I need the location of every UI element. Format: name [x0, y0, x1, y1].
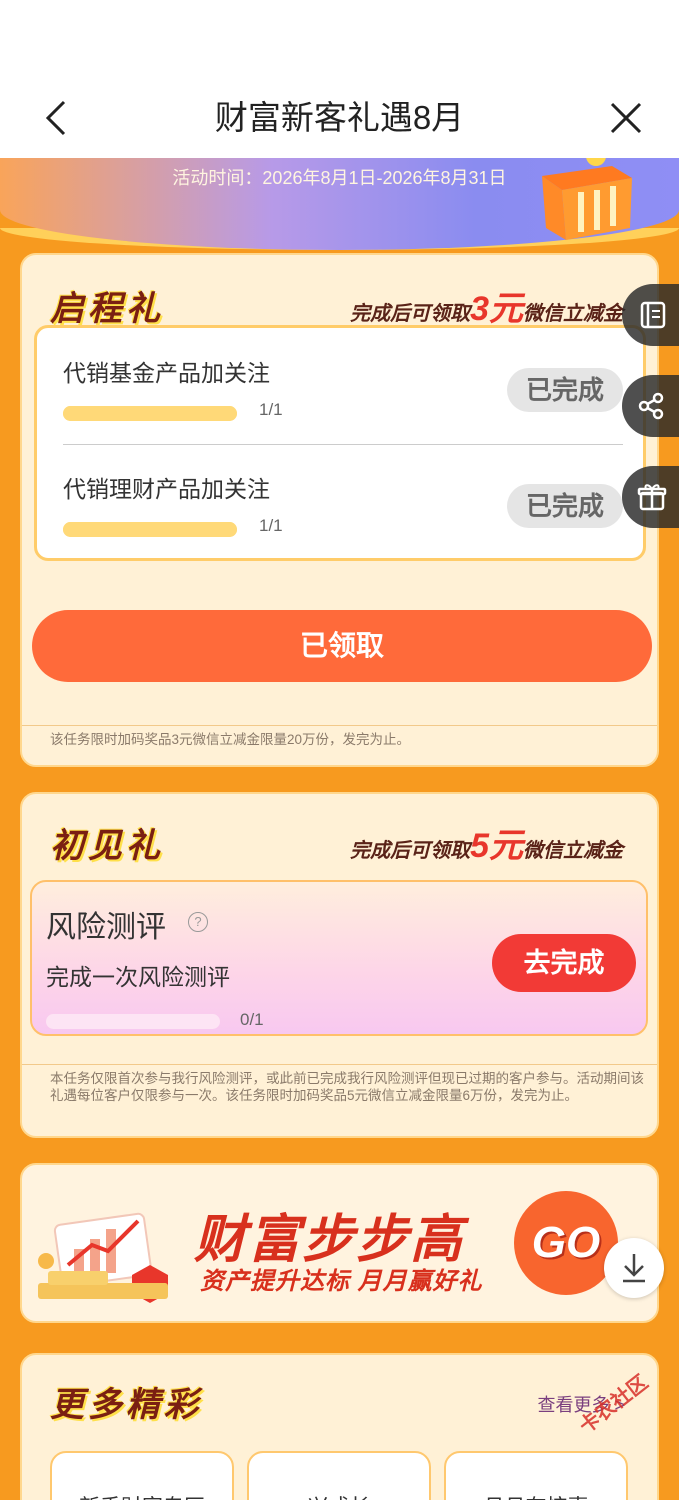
- floating-notes-button[interactable]: [622, 284, 679, 346]
- gift-icon: [637, 484, 667, 511]
- more-item[interactable]: 月月有惊喜: [444, 1451, 628, 1500]
- more-item-label: 兴成长: [249, 1491, 429, 1500]
- wealth-promo-banner[interactable]: 财富步步高 资产提升达标 月月赢好礼 GO: [20, 1163, 659, 1323]
- task-count: 0/1: [240, 1010, 264, 1029]
- more-item-label: 新手财富专区: [52, 1491, 232, 1500]
- reward-info: 完成后可领取3元微信立减金: [350, 281, 623, 330]
- activity-page: 活动时间：2026年8月1日-2026年8月31日 启程礼 完成后可领取3元微信…: [0, 158, 679, 1500]
- promo-subtitle: 资产提升达标 月月赢好礼: [200, 1268, 483, 1295]
- more-item[interactable]: 兴成长: [247, 1451, 431, 1500]
- task-item: 代销基金产品加关注 1/1 已完成: [63, 328, 623, 438]
- more-item[interactable]: 新手财富专区: [50, 1451, 234, 1500]
- task-progress-bar: [46, 1014, 220, 1029]
- note-divider: [22, 1064, 657, 1065]
- go-button[interactable]: GO: [514, 1191, 618, 1295]
- task-note: 该任务限时加码奖品3元微信立减金限量20万份，发完为止。: [50, 732, 411, 747]
- task-progress-bar: [63, 522, 237, 537]
- task-progress-bar: [63, 406, 237, 421]
- share-icon: [638, 392, 664, 420]
- section-title: 更多精彩: [50, 1386, 202, 1424]
- go-complete-button[interactable]: 去完成: [492, 934, 636, 992]
- section-title: 初见礼: [50, 827, 164, 865]
- task-name: 代销理财产品加关注: [63, 476, 270, 502]
- floating-gift-button[interactable]: [622, 466, 679, 528]
- wealth-chart-illustration: [38, 1212, 168, 1303]
- floating-share-button[interactable]: [622, 375, 679, 437]
- download-button[interactable]: [604, 1238, 664, 1298]
- task-list: 代销基金产品加关注 1/1 已完成 代销理财产品加关注 1/1 已完成: [34, 325, 646, 561]
- task-progress-fill: [63, 522, 237, 537]
- task-item: 代销理财产品加关注 1/1 已完成: [63, 444, 623, 554]
- reward-suffix: 微信立减金: [523, 303, 623, 325]
- note-divider: [22, 725, 657, 726]
- task-count: 1/1: [259, 400, 283, 419]
- task-name: 代销基金产品加关注: [63, 360, 270, 386]
- navigation-bar: 财富新客礼遇8月: [0, 0, 679, 158]
- task-completed-button[interactable]: 已完成: [507, 484, 623, 528]
- reward-amount: 5元: [470, 827, 523, 865]
- task-progress-fill: [63, 406, 237, 421]
- document-icon: [640, 301, 666, 329]
- close-icon[interactable]: [606, 98, 646, 138]
- first-meet-gift-card: 初见礼 完成后可领取5元微信立减金 风险测评 ? 完成一次风险测评 0/1 去完…: [20, 792, 659, 1138]
- section-title: 启程礼: [50, 290, 164, 328]
- claimed-button[interactable]: 已领取: [32, 610, 652, 682]
- risk-task-title: 风险测评: [46, 911, 166, 944]
- more-item-label: 月月有惊喜: [446, 1491, 626, 1500]
- risk-task-description: 完成一次风险测评: [46, 964, 230, 990]
- risk-assessment-task: 风险测评 ? 完成一次风险测评 0/1 去完成: [30, 880, 648, 1036]
- reward-prefix: 完成后可领取: [350, 840, 471, 862]
- task-completed-button[interactable]: 已完成: [507, 368, 623, 412]
- gift-box-icon: [542, 158, 632, 240]
- task-count: 1/1: [259, 516, 283, 535]
- download-icon: [623, 1254, 645, 1283]
- task-note: 本任务仅限首次参与我行风险测评，或此前已完成我行风险测评但现已过期的客户参与。活…: [50, 1071, 644, 1103]
- reward-info: 完成后可领取5元微信立减金: [350, 818, 623, 867]
- reward-suffix: 微信立减金: [523, 840, 623, 862]
- reward-amount: 3元: [470, 290, 523, 328]
- help-icon[interactable]: ?: [188, 912, 208, 932]
- more-highlights-card: 更多精彩 查看更多 > 新手财富专区 兴成长 月月有惊喜: [20, 1353, 659, 1500]
- page-title: 财富新客礼遇8月: [214, 99, 465, 136]
- reward-prefix: 完成后可领取: [350, 303, 471, 325]
- starter-gift-card: 启程礼 完成后可领取3元微信立减金 代销基金产品加关注 1/1 已完成 代销理财…: [20, 253, 659, 767]
